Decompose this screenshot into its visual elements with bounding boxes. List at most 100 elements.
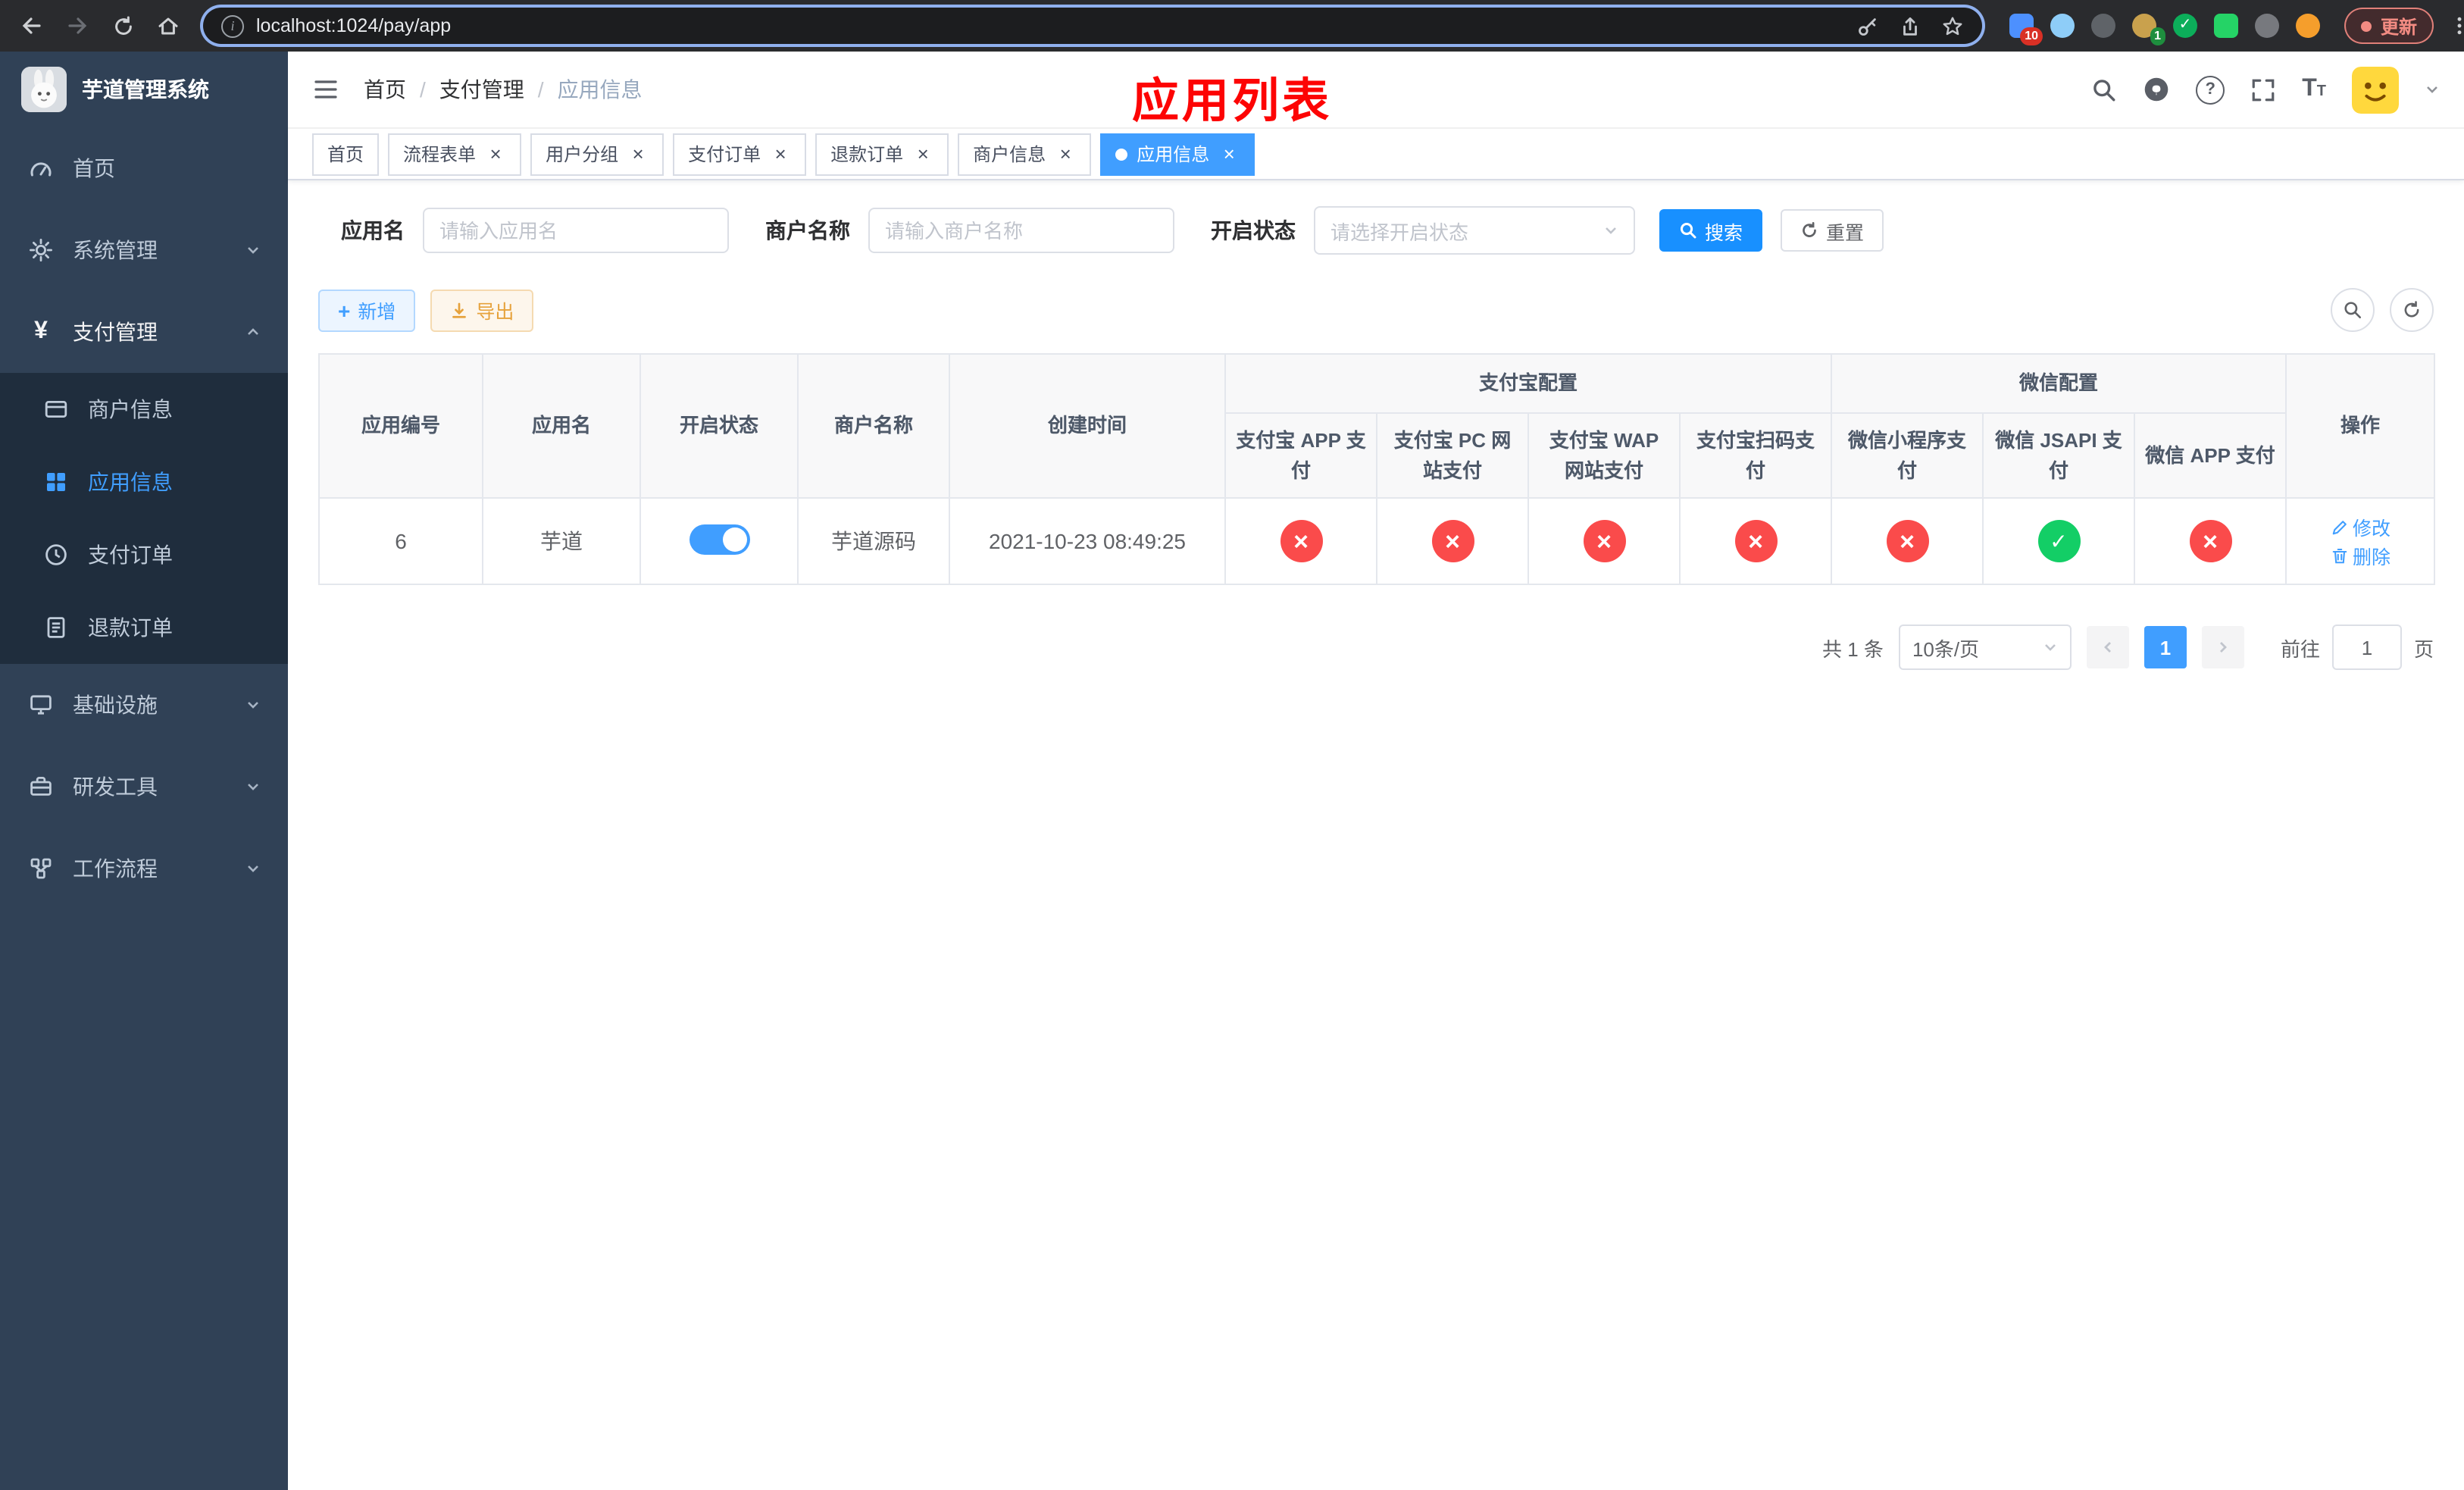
password-key-icon[interactable] (1856, 14, 1879, 37)
goto-label: 前往 (2280, 637, 2320, 660)
home-icon[interactable] (149, 6, 188, 45)
next-icon (2219, 642, 2227, 653)
status-select[interactable]: 请选择开启状态 (1314, 206, 1635, 255)
breadcrumb-payment[interactable]: 支付管理 (439, 74, 524, 105)
tab-home[interactable]: 首页 (312, 133, 380, 175)
tab-refund-order[interactable]: 退款订单 (815, 133, 949, 175)
extension-icon-1[interactable]: 10 (2009, 14, 2043, 45)
toggle-search-button[interactable] (2331, 288, 2375, 332)
breadcrumb-home[interactable]: 首页 (364, 74, 406, 105)
reset-button[interactable]: 重置 (1781, 209, 1884, 252)
sidebar-item-dev-tools[interactable]: 研发工具 (0, 746, 288, 828)
tab-app-info[interactable]: 应用信息 (1100, 133, 1255, 175)
close-icon[interactable] (770, 143, 791, 164)
app-name-label: 应用名 (341, 218, 405, 243)
merchant-card-icon (42, 397, 70, 421)
sidebar-item-workflow[interactable]: 工作流程 (0, 828, 288, 909)
next-page-button[interactable] (2201, 626, 2244, 668)
back-icon[interactable] (12, 6, 52, 45)
forward-icon[interactable] (58, 6, 97, 45)
cross-icon (2189, 520, 2232, 562)
cell-wechat-app (2134, 497, 2287, 585)
page-unit-label: 页 (2413, 637, 2434, 660)
extension-icon-7[interactable] (2255, 14, 2279, 38)
cell-id: 6 (318, 497, 483, 585)
merchant-name-input[interactable] (868, 208, 1174, 253)
close-icon[interactable] (485, 143, 506, 164)
cell-alipay-qr (1678, 497, 1833, 585)
chevron-down-icon (245, 779, 261, 794)
fullscreen-icon[interactable] (2250, 77, 2276, 102)
edit-icon (2331, 520, 2346, 534)
sidebar-item-refund-order[interactable]: 退款订单 (0, 591, 288, 664)
close-icon[interactable] (627, 143, 649, 164)
site-info-icon[interactable] (221, 14, 244, 37)
col-header-enabled: 开启状态 (639, 353, 799, 499)
tab-pay-order[interactable]: 支付订单 (673, 133, 807, 175)
page-content: 应用名 商户名称 开启状态 请选择开启状态 搜索 重置 (288, 180, 2464, 670)
sidebar-item-pay-order[interactable]: 支付订单 (0, 518, 288, 591)
edit-button[interactable]: 修改 (2330, 512, 2391, 541)
page-number-1[interactable]: 1 (2143, 626, 2187, 668)
export-button[interactable]: 导出 (430, 289, 534, 331)
caret-down-icon[interactable] (2425, 82, 2440, 97)
tab-user-group[interactable]: 用户分组 (530, 133, 664, 175)
page-header: 首页 / 支付管理 / 应用信息 应用列表 (288, 52, 2464, 129)
col-header-name: 应用名 (482, 353, 641, 499)
close-icon[interactable] (1218, 143, 1240, 164)
cross-icon (1886, 520, 1929, 562)
sidebar-item-infra[interactable]: 基础设施 (0, 664, 288, 746)
chevron-down-icon (2045, 644, 2056, 651)
tab-merchant-info[interactable]: 商户信息 (958, 133, 1092, 175)
refresh-button[interactable] (2390, 288, 2434, 332)
page-title-annotation: 应用列表 (1132, 74, 1332, 127)
prev-icon (2103, 642, 2111, 653)
table-tools (2331, 288, 2434, 332)
bookmark-star-icon[interactable] (1941, 14, 1964, 37)
goto-page-input[interactable] (2331, 624, 2402, 670)
share-icon[interactable] (1899, 14, 1921, 37)
bunny-logo (21, 67, 67, 112)
refresh-icon (2404, 301, 2419, 318)
close-icon[interactable] (1055, 143, 1076, 164)
address-bar[interactable]: localhost:1024/pay/app (203, 8, 1982, 44)
chevron-up-icon (245, 324, 261, 340)
reload-icon[interactable] (103, 6, 142, 45)
kebab-menu-icon[interactable] (2440, 6, 2464, 45)
delete-button[interactable]: 删除 (2330, 541, 2391, 570)
extension-icon-5[interactable] (2173, 14, 2197, 38)
extension-icon-2[interactable] (2050, 14, 2075, 38)
close-icon[interactable] (912, 143, 933, 164)
extension-icon-8[interactable] (2296, 14, 2320, 38)
font-size-icon[interactable] (2302, 76, 2326, 103)
group-header-alipay: 支付宝配置 (1224, 353, 1833, 414)
chevron-down-icon (245, 697, 261, 712)
col-header-actions: 操作 (2285, 353, 2436, 499)
sidebar-item-system[interactable]: 系统管理 (0, 209, 288, 291)
help-icon[interactable] (2196, 75, 2225, 104)
github-icon[interactable] (2143, 76, 2170, 103)
sidebar-item-payment[interactable]: 支付管理 (0, 291, 288, 373)
app-grid-icon (42, 470, 70, 494)
user-avatar[interactable] (2352, 66, 2399, 113)
sidebar-item-app-info[interactable]: 应用信息 (0, 446, 288, 518)
page-size-select[interactable]: 10条/页 (1898, 624, 2072, 670)
sidebar-item-merchant-info[interactable]: 商户信息 (0, 373, 288, 446)
table-row: 6 芋道 芋道源码 2021-10-23 08:49:25 × × × × × … (318, 497, 2436, 585)
extension-icon-6[interactable] (2214, 14, 2238, 38)
enable-switch[interactable] (689, 524, 749, 554)
prev-page-button[interactable] (2086, 626, 2129, 668)
search-icon[interactable] (2091, 77, 2117, 102)
sidebar-item-home[interactable]: 首页 (0, 127, 288, 209)
pagination: 共 1 条 10条/页 1 前往 页 (318, 624, 2434, 670)
app-name-input[interactable] (423, 208, 729, 253)
merchant-name-label: 商户名称 (765, 218, 850, 243)
search-button[interactable]: 搜索 (1659, 209, 1763, 252)
update-button[interactable]: 更新 (2344, 8, 2434, 44)
extension-icon-4[interactable]: 1 (2132, 14, 2165, 45)
extension-badge: 1 (2150, 27, 2165, 45)
add-button[interactable]: 新增 (318, 289, 416, 331)
extension-icon-3[interactable] (2091, 14, 2115, 38)
collapse-menu-icon[interactable] (312, 76, 339, 103)
tab-process-form[interactable]: 流程表单 (388, 133, 522, 175)
